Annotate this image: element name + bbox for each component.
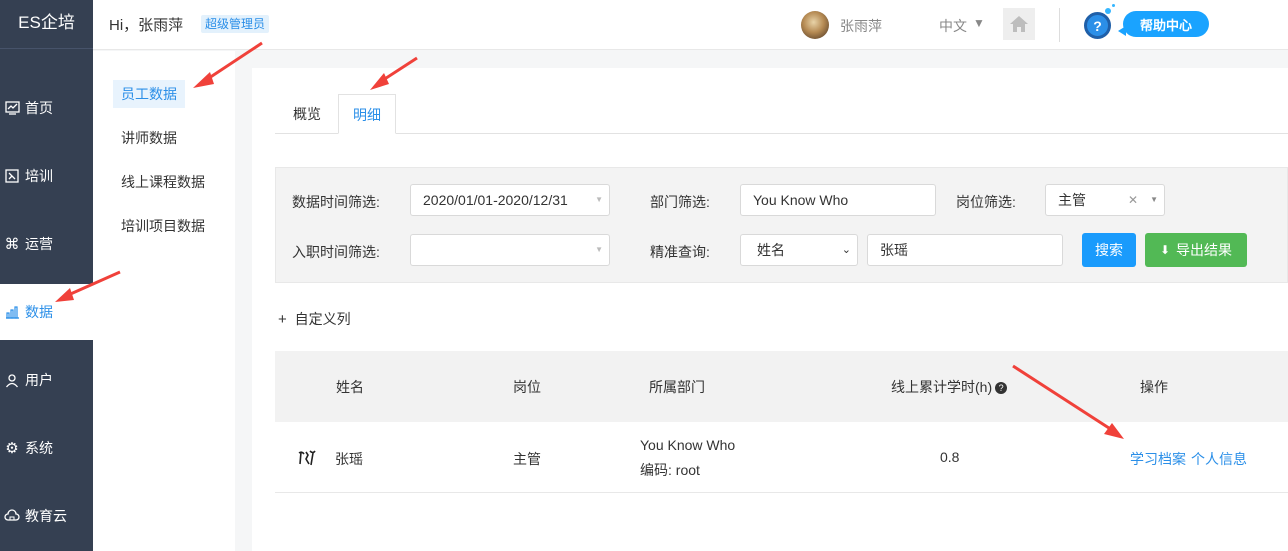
sidebar-item-label: 首页 (25, 100, 53, 116)
caret-down-icon: ▼ (1150, 195, 1158, 204)
tabs-divider (275, 133, 1288, 134)
sidebar-item-label: 运营 (25, 236, 53, 252)
user-icon (4, 372, 20, 388)
top-bar: Hi，张雨萍 超级管理员 张雨萍 中文 ▼ ? 帮助中心 (93, 0, 1288, 50)
help-decoration (1105, 8, 1111, 14)
cell-department-code: 编码: root (640, 462, 700, 478)
gear-icon: ⚙ (5, 440, 19, 457)
help-center-button[interactable]: 帮助中心 (1123, 11, 1209, 37)
main-panel: 概览 明细 数据时间筛选: 2020/01/01-2020/12/31 ▼ 部门… (252, 68, 1288, 551)
cell-name: 张瑶 (335, 451, 363, 467)
subnav-item-employee-data[interactable]: 员工数据 (113, 80, 185, 108)
command-icon: ⌘ (4, 236, 20, 253)
custom-columns-toggle[interactable]: + 自定义列 (278, 309, 351, 329)
chart-icon (4, 100, 20, 116)
question-circle-icon[interactable]: ? (995, 382, 1008, 394)
column-header-department: 所属部门 (649, 379, 705, 395)
position-filter-value: 主管 (1058, 192, 1086, 208)
tab-detail[interactable]: 明细 (338, 94, 396, 134)
date-range-value: 2020/01/01-2020/12/31 (423, 192, 568, 208)
subnav-item-online-course-data[interactable]: 线上课程数据 (113, 168, 213, 196)
query-value-input[interactable]: 张瑶 (867, 234, 1063, 266)
sidebar-item-users[interactable]: 用户 (0, 352, 93, 408)
caret-down-icon[interactable]: ▼ (973, 16, 985, 30)
filter-panel: 数据时间筛选: 2020/01/01-2020/12/31 ▼ 部门筛选: Yo… (275, 167, 1288, 283)
avatar[interactable] (801, 11, 829, 39)
date-filter-label: 数据时间筛选: (292, 194, 380, 210)
position-filter-label: 岗位筛选: (956, 194, 1016, 210)
hire-date-filter-label: 入职时间筛选: (292, 244, 380, 260)
sidebar: ES企培 首页 培训 ⌘ 运营 数据 用户 ⚙ 系统 教育云 (0, 0, 93, 551)
subnav-item-lecturer-data[interactable]: 讲师数据 (113, 124, 185, 152)
brand-logo: ES企培 (0, 0, 93, 49)
greeting-text: Hi，张雨萍 (109, 17, 184, 34)
sidebar-item-operations[interactable]: ⌘ 运营 (0, 216, 93, 272)
help-question-icon[interactable]: ? (1084, 12, 1111, 39)
hours-header-label: 线上累计学时(h) (891, 379, 993, 395)
table-row: 张瑶 主管 You Know Who 编码: root 0.8 学习档案 个人信… (275, 422, 1288, 493)
cell-position: 主管 (513, 451, 541, 467)
column-header-name: 姓名 (336, 379, 364, 395)
data-icon (4, 304, 20, 320)
sidebar-item-label: 用户 (25, 372, 53, 388)
sidebar-item-data[interactable]: 数据 (0, 284, 93, 340)
cloud-icon (4, 508, 20, 524)
dept-filter-label: 部门筛选: (650, 194, 710, 210)
column-header-position: 岗位 (513, 379, 541, 395)
table-header: 姓名 岗位 所属部门 线上累计学时(h)? 操作 (275, 351, 1288, 422)
sidebar-item-home[interactable]: 首页 (0, 80, 93, 136)
column-header-actions: 操作 (1140, 379, 1168, 395)
custom-columns-label: 自定义列 (294, 311, 351, 327)
learning-record-link[interactable]: 学习档案 (1130, 449, 1186, 469)
personal-info-link[interactable]: 个人信息 (1191, 449, 1247, 469)
help-decoration (1112, 4, 1115, 7)
user-name[interactable]: 张雨萍 (840, 16, 882, 36)
export-button-label: 导出结果 (1176, 242, 1233, 258)
role-badge: 超级管理员 (201, 15, 270, 33)
clear-icon[interactable]: ✕ (1128, 185, 1138, 215)
export-button[interactable]: ⬇ 导出结果 (1145, 233, 1247, 267)
column-header-hours: 线上累计学时(h)? (891, 377, 1008, 397)
plus-icon: + (278, 311, 287, 328)
precise-query-label: 精准查询: (650, 244, 710, 260)
caret-down-icon: ▼ (595, 195, 603, 204)
chevron-down-icon: ⌄ (841, 244, 851, 256)
tab-overview[interactable]: 概览 (278, 94, 336, 134)
sidebar-item-label: 系统 (25, 440, 53, 456)
caret-down-icon: ▼ (595, 245, 603, 254)
subnav-item-training-project-data[interactable]: 培训项目数据 (113, 212, 213, 240)
sidebar-item-training[interactable]: 培训 (0, 148, 93, 204)
sidebar-item-label: 教育云 (25, 508, 67, 524)
cell-hours: 0.8 (940, 449, 960, 465)
sub-navigation: 员工数据 讲师数据 线上课程数据 培训项目数据 (93, 51, 235, 551)
home-icon (1010, 16, 1028, 32)
dept-filter-input[interactable]: You Know Who (740, 184, 936, 216)
sidebar-item-label: 数据 (25, 304, 53, 320)
sidebar-item-education-cloud[interactable]: 教育云 (0, 488, 93, 544)
query-field-select[interactable]: 姓名 ⌄ (740, 234, 858, 266)
sidebar-item-system[interactable]: ⚙ 系统 (0, 420, 93, 476)
date-range-select[interactable]: 2020/01/01-2020/12/31 ▼ (410, 184, 610, 216)
sidebar-item-label: 培训 (25, 168, 53, 184)
divider (1059, 8, 1060, 42)
row-avatar (297, 449, 317, 470)
search-button[interactable]: 搜索 (1082, 233, 1136, 267)
cell-department: You Know Who (640, 437, 736, 453)
hire-date-select[interactable]: ▼ (410, 234, 610, 266)
position-filter-select[interactable]: 主管 ✕ ▼ (1045, 184, 1165, 216)
training-icon (4, 168, 20, 184)
home-button[interactable] (1003, 8, 1035, 40)
download-icon: ⬇ (1159, 243, 1171, 257)
query-field-value: 姓名 (757, 242, 785, 258)
language-selector[interactable]: 中文 (939, 16, 967, 36)
